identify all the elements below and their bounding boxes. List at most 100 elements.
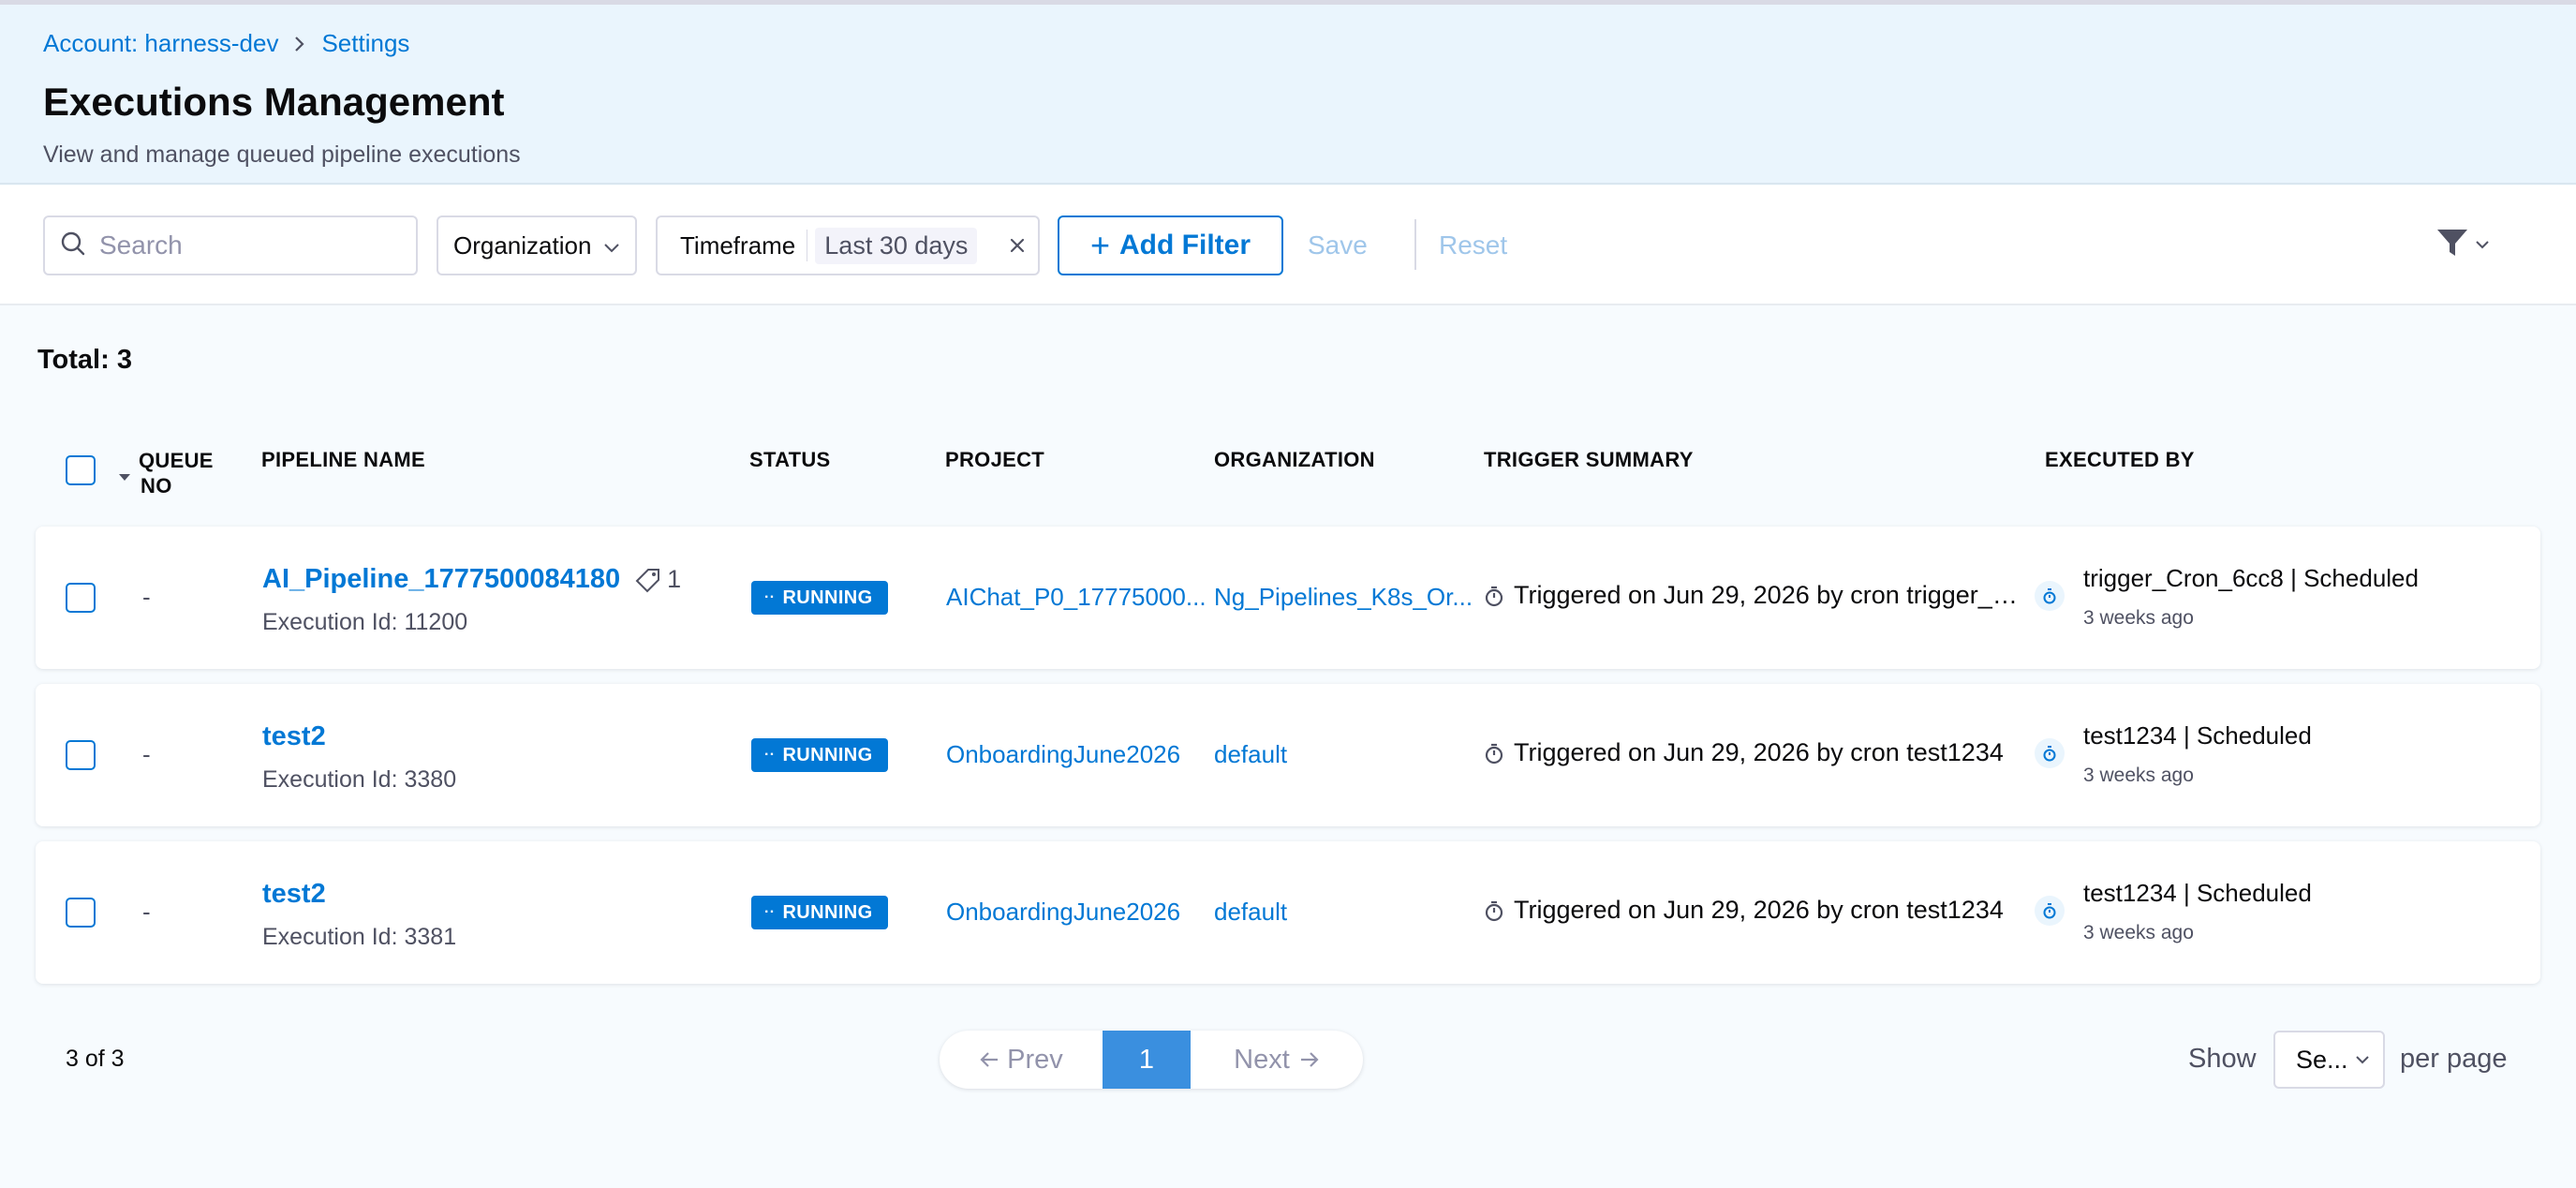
chevron-down-icon <box>2475 237 2490 254</box>
tag-icon <box>635 567 661 593</box>
breadcrumb-account-link[interactable]: Account: harness-dev <box>43 29 278 58</box>
status-label: RUNNING <box>782 587 873 608</box>
status-badge: ·· RUNNING <box>751 581 888 615</box>
organization-link[interactable]: Ng_Pipelines_K8s_Or... <box>1214 583 1495 612</box>
timeframe-label: Timeframe <box>680 230 796 260</box>
pipeline-name-cell: test2 <box>262 879 326 910</box>
status-badge: ·· RUNNING <box>751 896 888 929</box>
table-row[interactable]: - test2 Execution Id: 3381 ·· RUNNING On… <box>36 841 2540 984</box>
organization-link[interactable]: default <box>1214 740 1495 769</box>
total-count: Total: 3 <box>37 345 132 375</box>
per-page-select[interactable]: Se... <box>2273 1031 2385 1089</box>
executed-time: 3 weeks ago <box>2083 607 2194 629</box>
status-label: RUNNING <box>782 901 873 923</box>
chevron-right-icon <box>293 35 306 53</box>
row-checkbox[interactable] <box>66 583 96 613</box>
save-button[interactable]: Save <box>1308 230 1368 260</box>
add-filter-button[interactable]: + Add Filter <box>1058 215 1283 275</box>
execution-id: Execution Id: 3380 <box>262 766 457 793</box>
prev-page-button[interactable]: Prev <box>940 1031 1103 1089</box>
pipeline-name-link[interactable]: test2 <box>262 721 326 752</box>
pipeline-name-cell: AI_Pipeline_1777500084180 1 <box>262 564 681 595</box>
organization-select[interactable]: Organization <box>437 215 637 275</box>
organization-link[interactable]: default <box>1214 898 1495 927</box>
timer-icon <box>1484 585 1514 607</box>
trigger-text: Triggered on Jun 29, 2026 by cron trigge… <box>1514 581 2025 609</box>
timeframe-filter[interactable]: Timeframe Last 30 days <box>656 215 1040 275</box>
trigger-summary: Triggered on Jun 29, 2026 by cron trigge… <box>1484 581 2025 610</box>
user-icon <box>2035 738 2065 768</box>
queue-no: - <box>142 583 151 611</box>
page-title: Executions Management <box>43 80 505 124</box>
divider <box>1414 219 1416 270</box>
saved-filters-dropdown[interactable] <box>2435 227 2490 263</box>
next-label: Next <box>1234 1044 1290 1075</box>
table-header: QUEUE NO PIPELINE NAME STATUS PROJECT OR… <box>36 440 2540 506</box>
header-queue-no[interactable]: QUEUE NO <box>139 448 214 498</box>
execution-id: Execution Id: 3381 <box>262 924 457 950</box>
header-queue-no-line1: QUEUE <box>139 449 214 472</box>
select-all-checkbox[interactable] <box>66 455 96 485</box>
search-input[interactable] <box>99 230 399 260</box>
chevron-down-icon <box>2355 1055 2370 1064</box>
project-link[interactable]: OnboardingJune2026 <box>946 740 1227 769</box>
arrow-left-icon <box>979 1050 999 1069</box>
row-checkbox[interactable] <box>66 898 96 928</box>
show-label: Show <box>2188 1044 2257 1074</box>
user-icon <box>2035 896 2065 926</box>
search-icon <box>60 230 86 261</box>
pagination: Prev 1 Next <box>940 1031 1363 1089</box>
page-subtitle: View and manage queued pipeline executio… <box>43 141 521 168</box>
page-header: Account: harness-dev Settings Executions… <box>0 5 2576 185</box>
executed-time: 3 weeks ago <box>2083 765 2194 786</box>
pagination-count: 3 of 3 <box>66 1046 125 1072</box>
pipeline-name-link[interactable]: AI_Pipeline_1777500084180 <box>262 564 620 595</box>
trigger-summary: Triggered on Jun 29, 2026 by cron test12… <box>1484 896 2025 925</box>
per-page-value: Se... <box>2296 1045 2348 1074</box>
per-page-label: per page <box>2400 1044 2508 1074</box>
header-project[interactable]: PROJECT <box>945 448 1044 472</box>
header-organization[interactable]: ORGANIZATION <box>1214 448 1375 472</box>
next-page-button[interactable]: Next <box>1191 1031 1363 1089</box>
header-pipeline-name[interactable]: PIPELINE NAME <box>261 448 425 472</box>
trigger-text: Triggered on Jun 29, 2026 by cron test12… <box>1514 896 2004 924</box>
tags-indicator[interactable]: 1 <box>635 565 681 594</box>
add-filter-label: Add Filter <box>1119 230 1251 260</box>
breadcrumb: Account: harness-dev Settings <box>43 29 409 58</box>
status-badge: ·· RUNNING <box>751 738 888 772</box>
timeframe-value: Last 30 days <box>815 227 978 264</box>
search-box[interactable] <box>43 215 418 275</box>
close-icon[interactable] <box>1008 236 1027 255</box>
table-row[interactable]: - test2 Execution Id: 3380 ·· RUNNING On… <box>36 684 2540 826</box>
sort-icon[interactable] <box>118 463 131 487</box>
timer-icon <box>1484 899 1514 922</box>
header-executed-by[interactable]: EXECUTED BY <box>2045 448 2195 472</box>
timer-icon <box>1484 742 1514 765</box>
project-link[interactable]: OnboardingJune2026 <box>946 898 1227 927</box>
prev-label: Prev <box>1007 1044 1063 1075</box>
trigger-text: Triggered on Jun 29, 2026 by cron test12… <box>1514 738 2004 766</box>
header-queue-no-line2: NO <box>141 474 172 497</box>
plus-icon: + <box>1089 226 1111 264</box>
executed-by: test1234 | Scheduled <box>2083 721 2312 750</box>
project-link[interactable]: AIChat_P0_17775000... <box>946 583 1227 612</box>
filter-bar: Organization Timeframe Last 30 days + Ad… <box>0 186 2576 305</box>
running-dots-icon: ·· <box>764 904 776 920</box>
executed-time: 3 weeks ago <box>2083 922 2194 943</box>
table-row[interactable]: - AI_Pipeline_1777500084180 1 Execution … <box>36 527 2540 669</box>
header-status[interactable]: STATUS <box>749 448 831 472</box>
header-trigger-summary[interactable]: TRIGGER SUMMARY <box>1484 448 1694 472</box>
user-icon <box>2035 581 2065 611</box>
running-dots-icon: ·· <box>764 747 776 763</box>
page-number-button[interactable]: 1 <box>1103 1031 1191 1089</box>
execution-id: Execution Id: 11200 <box>262 609 468 635</box>
running-dots-icon: ·· <box>764 589 776 605</box>
queue-no: - <box>142 740 151 768</box>
reset-button[interactable]: Reset <box>1439 230 1507 260</box>
row-checkbox[interactable] <box>66 740 96 770</box>
tag-count: 1 <box>667 565 682 593</box>
arrow-right-icon <box>1299 1050 1320 1069</box>
breadcrumb-settings-link[interactable]: Settings <box>321 29 409 58</box>
pipeline-name-link[interactable]: test2 <box>262 879 326 910</box>
status-label: RUNNING <box>782 744 873 765</box>
